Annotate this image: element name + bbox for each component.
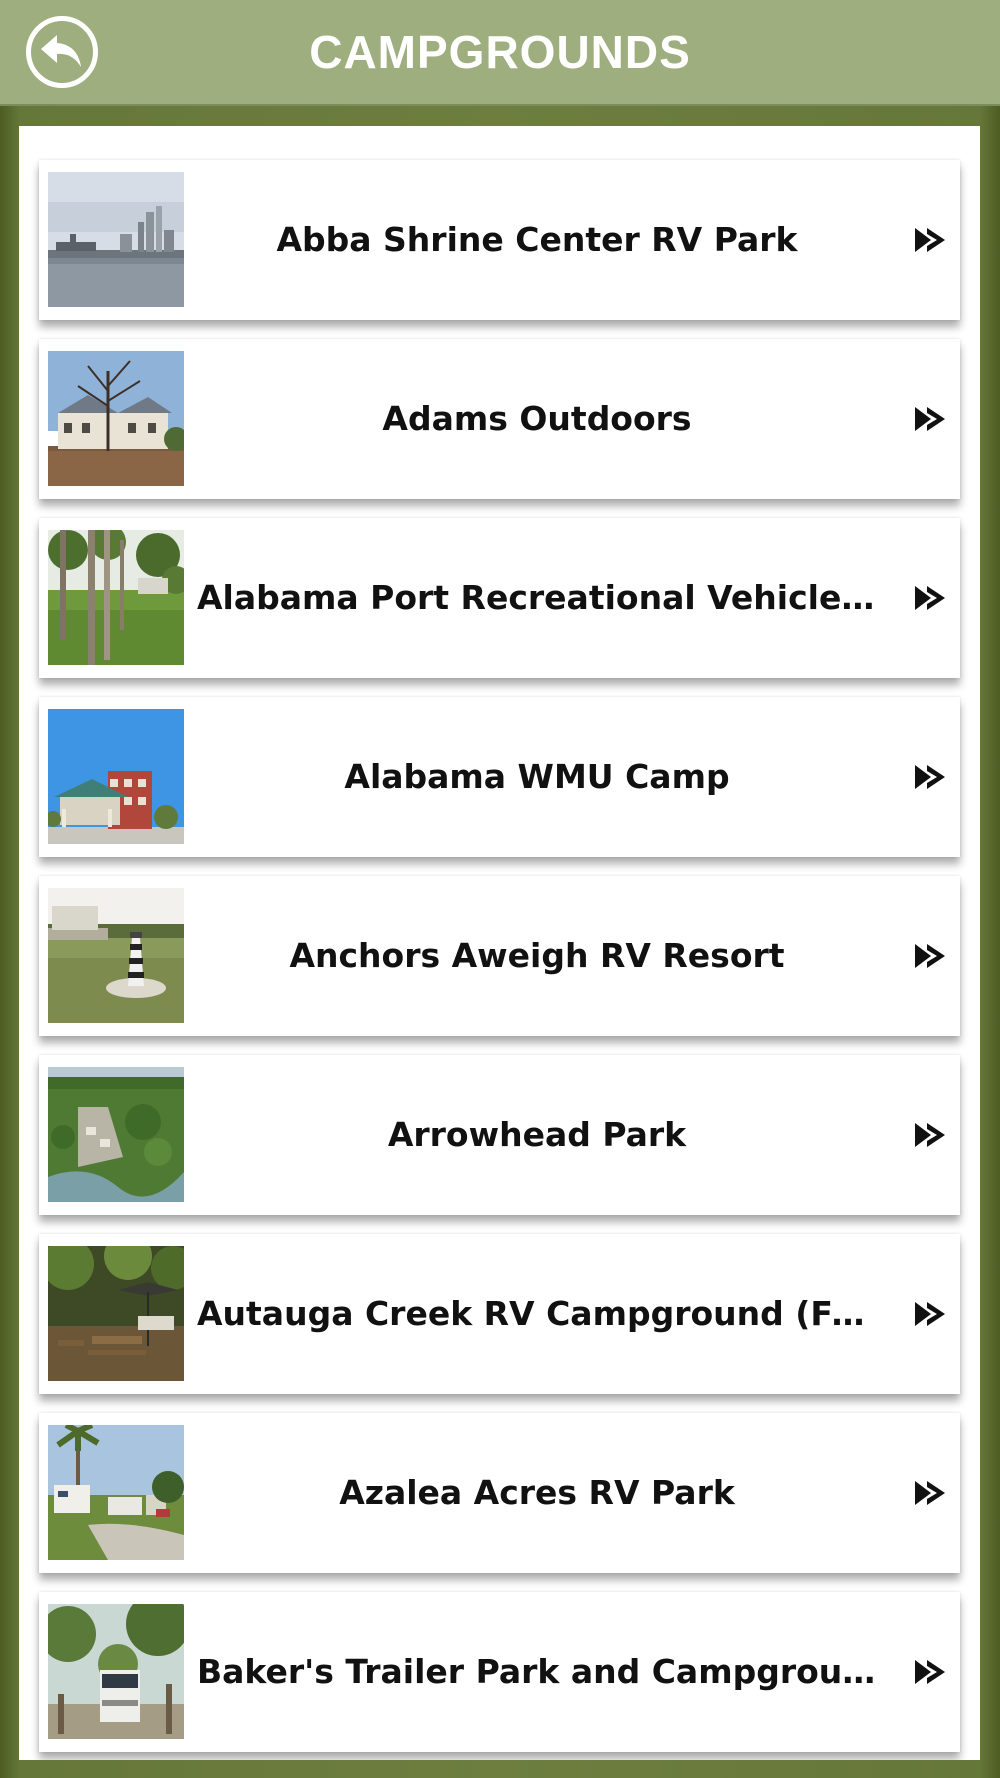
aerial-park-photo bbox=[48, 1067, 184, 1202]
header-bar: CAMPGROUNDS bbox=[0, 0, 1000, 106]
list-item-alabama-port-rv-park[interactable]: Alabama Port Recreational Vehicle Park bbox=[39, 518, 960, 678]
historic-house-photo bbox=[48, 351, 184, 486]
double-chevron-right-icon bbox=[915, 586, 945, 610]
double-chevron-right-icon bbox=[915, 1660, 945, 1684]
double-chevron-right-icon bbox=[915, 407, 945, 431]
double-chevron-right-icon bbox=[915, 228, 945, 252]
campground-name: Abba Shrine Center RV Park bbox=[276, 220, 798, 259]
campground-name: Alabama Port Recreational Vehicle Park bbox=[197, 578, 877, 617]
list-item-abba-shrine-center[interactable]: Abba Shrine Center RV Park bbox=[39, 160, 960, 320]
list-item-anchors-aweigh-rv-resort[interactable]: Anchors Aweigh RV Resort bbox=[39, 876, 960, 1036]
city-waterfront-photo bbox=[48, 172, 184, 307]
list-item-bakers-trailer-park[interactable]: Baker's Trailer Park and Campground bbox=[39, 1592, 960, 1752]
page-title: CAMPGROUNDS bbox=[309, 26, 691, 78]
rv-palms-photo bbox=[48, 1425, 184, 1560]
campground-name: Baker's Trailer Park and Campground bbox=[197, 1652, 877, 1691]
double-chevron-right-icon bbox=[915, 944, 945, 968]
campground-name: Arrowhead Park bbox=[387, 1115, 687, 1154]
campground-name: Autauga Creek RV Campground (Former… bbox=[197, 1294, 877, 1333]
campground-list-panel: Abba Shrine Center RV Park Adams Outdoor… bbox=[19, 126, 980, 1760]
list-item-alabama-wmu-camp[interactable]: Alabama WMU Camp bbox=[39, 697, 960, 857]
campground-list: Abba Shrine Center RV Park Adams Outdoor… bbox=[39, 160, 960, 1760]
rv-oak-trees-photo bbox=[48, 1604, 184, 1739]
picnic-area-photo bbox=[48, 1246, 184, 1381]
double-chevron-right-icon bbox=[915, 1302, 945, 1326]
double-chevron-right-icon bbox=[915, 765, 945, 789]
list-item-azalea-acres-rv-park[interactable]: Azalea Acres RV Park bbox=[39, 1413, 960, 1573]
campground-name: Alabama WMU Camp bbox=[344, 757, 730, 796]
pine-trees-lawn-photo bbox=[48, 530, 184, 665]
lighthouse-lawn-photo bbox=[48, 888, 184, 1023]
campground-name: Anchors Aweigh RV Resort bbox=[289, 936, 785, 975]
double-chevron-right-icon bbox=[915, 1481, 945, 1505]
list-item-adams-outdoors[interactable]: Adams Outdoors bbox=[39, 339, 960, 499]
campground-name: Adams Outdoors bbox=[382, 399, 692, 438]
list-item-autauga-creek-rv-campground[interactable]: Autauga Creek RV Campground (Former… bbox=[39, 1234, 960, 1394]
list-item-arrowhead-park[interactable]: Arrowhead Park bbox=[39, 1055, 960, 1215]
double-chevron-right-icon bbox=[915, 1123, 945, 1147]
campground-name: Azalea Acres RV Park bbox=[339, 1473, 735, 1512]
lodge-building-photo bbox=[48, 709, 184, 844]
